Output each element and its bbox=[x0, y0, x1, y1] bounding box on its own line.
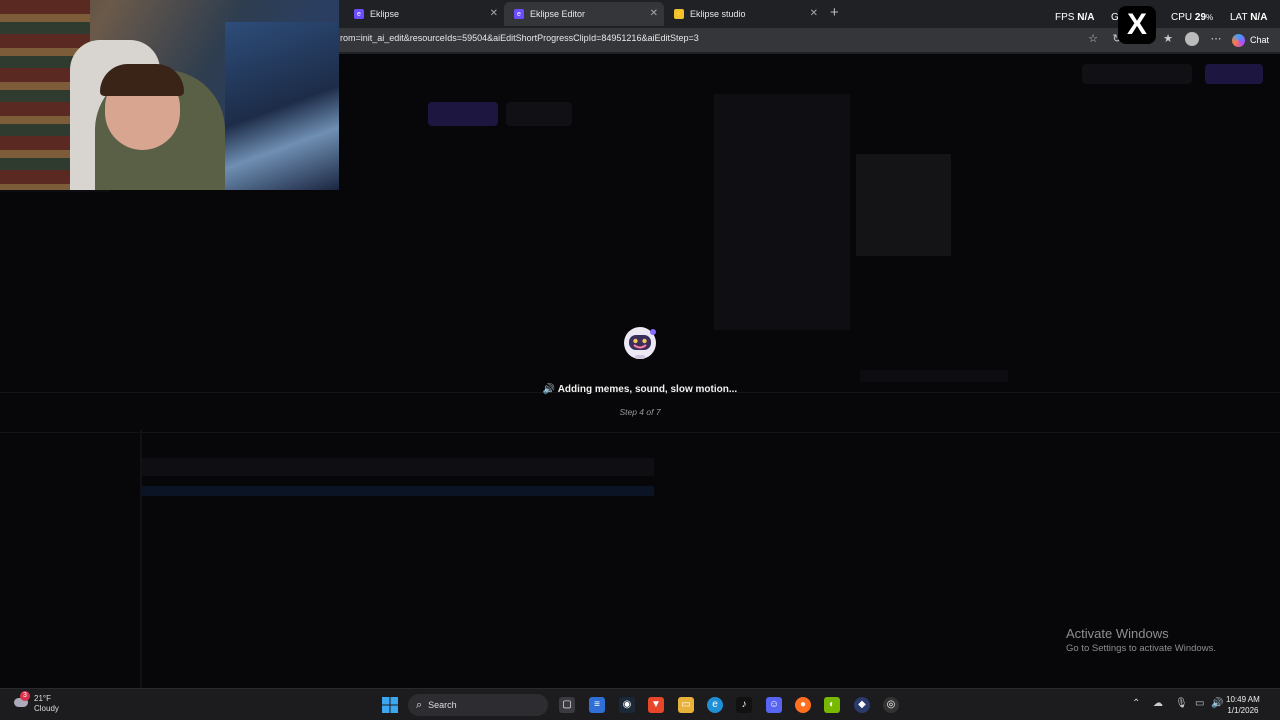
watermark-title: Activate Windows bbox=[1066, 626, 1169, 641]
chat-label: Chat bbox=[1250, 35, 1270, 45]
weather-condition: Cloudy bbox=[34, 704, 59, 713]
obs-icon[interactable]: ◎ bbox=[883, 697, 899, 713]
notepad-icon[interactable]: ≡ bbox=[589, 697, 605, 713]
network-cloud-icon[interactable]: ☁ bbox=[1153, 698, 1163, 709]
profile-avatar[interactable] bbox=[1185, 32, 1199, 46]
cpu-stat: CPU 29% bbox=[1171, 12, 1213, 23]
ghost-divider bbox=[0, 190, 110, 192]
monitor-icon[interactable]: ▭ bbox=[1195, 698, 1204, 709]
taskbar-search[interactable]: ⌕ Search bbox=[408, 694, 548, 716]
windows-taskbar: 3 21°F Cloudy ⌕ Search ▢ ≡ ◉ ▼ ▭ e ♪ ☺ ●… bbox=[0, 688, 1280, 720]
ghost-timeline-track bbox=[142, 486, 654, 496]
steam-icon[interactable]: ◉ bbox=[619, 697, 635, 713]
ghost-timeline-track bbox=[142, 458, 654, 476]
ghost-button bbox=[1082, 64, 1192, 84]
close-icon[interactable]: ✕ bbox=[650, 8, 658, 19]
fps-stat: FPS N/A bbox=[1055, 12, 1094, 23]
ghost-video-preview bbox=[714, 94, 850, 330]
lightning-favicon-icon: ⚡ bbox=[674, 9, 684, 19]
ghost-button bbox=[506, 102, 572, 126]
webcam-overlay bbox=[0, 0, 339, 190]
cpu-unit: % bbox=[1206, 13, 1214, 22]
robot-mascot-icon bbox=[624, 327, 656, 359]
temperature: 21°F bbox=[34, 694, 51, 703]
tab-label: Eklipse bbox=[370, 9, 400, 19]
ghost-export-button bbox=[1205, 64, 1263, 84]
microphone-icon[interactable]: 🎙 bbox=[1175, 698, 1188, 709]
webcam-poster bbox=[225, 22, 339, 190]
tab-eklipse-editor[interactable]: e Eklipse Editor ✕ bbox=[504, 2, 664, 26]
cpu-value: 29 bbox=[1194, 12, 1207, 23]
activate-windows-watermark: Activate Windows Go to Settings to activ… bbox=[1066, 626, 1216, 654]
copilot-icon bbox=[1232, 33, 1245, 47]
firefox-icon[interactable]: ● bbox=[795, 697, 811, 713]
ghost-popup bbox=[856, 154, 951, 256]
lat-stat: LAT N/A bbox=[1230, 12, 1267, 23]
loading-status: 🔊 Adding memes, sound, slow motion... bbox=[0, 384, 1280, 395]
speaker-icon: 🔊 bbox=[542, 384, 556, 395]
loading-step: Step 4 of 7 bbox=[619, 407, 661, 417]
loading-status-text: Adding memes, sound, slow motion... bbox=[557, 384, 738, 395]
tab-label: Eklipse Editor bbox=[530, 9, 586, 19]
cloud-icon: 3 bbox=[14, 691, 30, 710]
ghost-playback-controls bbox=[860, 370, 1008, 382]
ghost-button bbox=[428, 102, 498, 126]
cpu-label: CPU bbox=[1171, 12, 1193, 23]
new-tab-button[interactable]: + bbox=[830, 4, 839, 21]
more-menu-icon[interactable]: ⋯ bbox=[1209, 32, 1223, 46]
ghost-playhead bbox=[140, 430, 142, 688]
lat-label: LAT bbox=[1230, 12, 1248, 23]
task-view-icon[interactable]: ▢ bbox=[559, 697, 575, 713]
search-placeholder: Search bbox=[428, 700, 457, 710]
brave-icon[interactable]: ▼ bbox=[648, 697, 664, 713]
tab-eklipse[interactable]: e Eklipse ✕ bbox=[344, 2, 504, 26]
ghost-divider bbox=[0, 432, 1280, 433]
discord-icon[interactable]: ☺ bbox=[766, 697, 782, 713]
lat-value: N/A bbox=[1250, 12, 1268, 23]
close-icon[interactable]: ✕ bbox=[810, 8, 818, 19]
clock-time: 10:49 AM bbox=[1226, 695, 1260, 704]
volume-icon[interactable]: 🔊 bbox=[1211, 698, 1223, 709]
weather-widget[interactable]: 3 21°F Cloudy bbox=[14, 691, 59, 714]
tab-label: Eklipse studio bbox=[690, 9, 746, 19]
app-icon[interactable]: ◆ bbox=[854, 697, 870, 713]
favorite-star-icon[interactable]: ☆ bbox=[1086, 32, 1100, 46]
eklipse-favicon-icon: e bbox=[354, 9, 364, 19]
favorites-icon[interactable]: ★ bbox=[1161, 32, 1175, 46]
fps-value: N/A bbox=[1077, 12, 1095, 23]
copilot-chat-button[interactable]: Chat bbox=[1232, 31, 1269, 49]
edge-icon[interactable]: e bbox=[707, 697, 723, 713]
x-logo-icon: X bbox=[1118, 6, 1156, 44]
weather-badge: 3 bbox=[20, 691, 30, 701]
tiktok-icon[interactable]: ♪ bbox=[736, 697, 752, 713]
fps-label: FPS bbox=[1055, 12, 1075, 23]
eklipse-favicon-icon: e bbox=[514, 9, 524, 19]
watermark-subtitle: Go to Settings to activate Windows. bbox=[1066, 643, 1216, 654]
chevron-up-icon[interactable]: ⌃ bbox=[1132, 698, 1140, 709]
tab-eklipse-studio[interactable]: ⚡ Eklipse studio ✕ bbox=[664, 2, 824, 26]
nvidia-icon[interactable]: ◐ bbox=[824, 697, 840, 713]
close-icon[interactable]: ✕ bbox=[490, 8, 498, 19]
clock-date: 1/1/2026 bbox=[1227, 706, 1259, 715]
url-text[interactable]: rom=init_ai_edit&resourceIds=59504&aiEdi… bbox=[340, 33, 699, 43]
webcam-hair bbox=[100, 64, 184, 96]
file-explorer-icon[interactable]: ▭ bbox=[678, 697, 694, 713]
search-icon: ⌕ bbox=[416, 698, 423, 711]
windows-start-icon[interactable] bbox=[382, 697, 398, 713]
system-clock[interactable]: 10:49 AM 1/1/2026 bbox=[1226, 694, 1260, 716]
